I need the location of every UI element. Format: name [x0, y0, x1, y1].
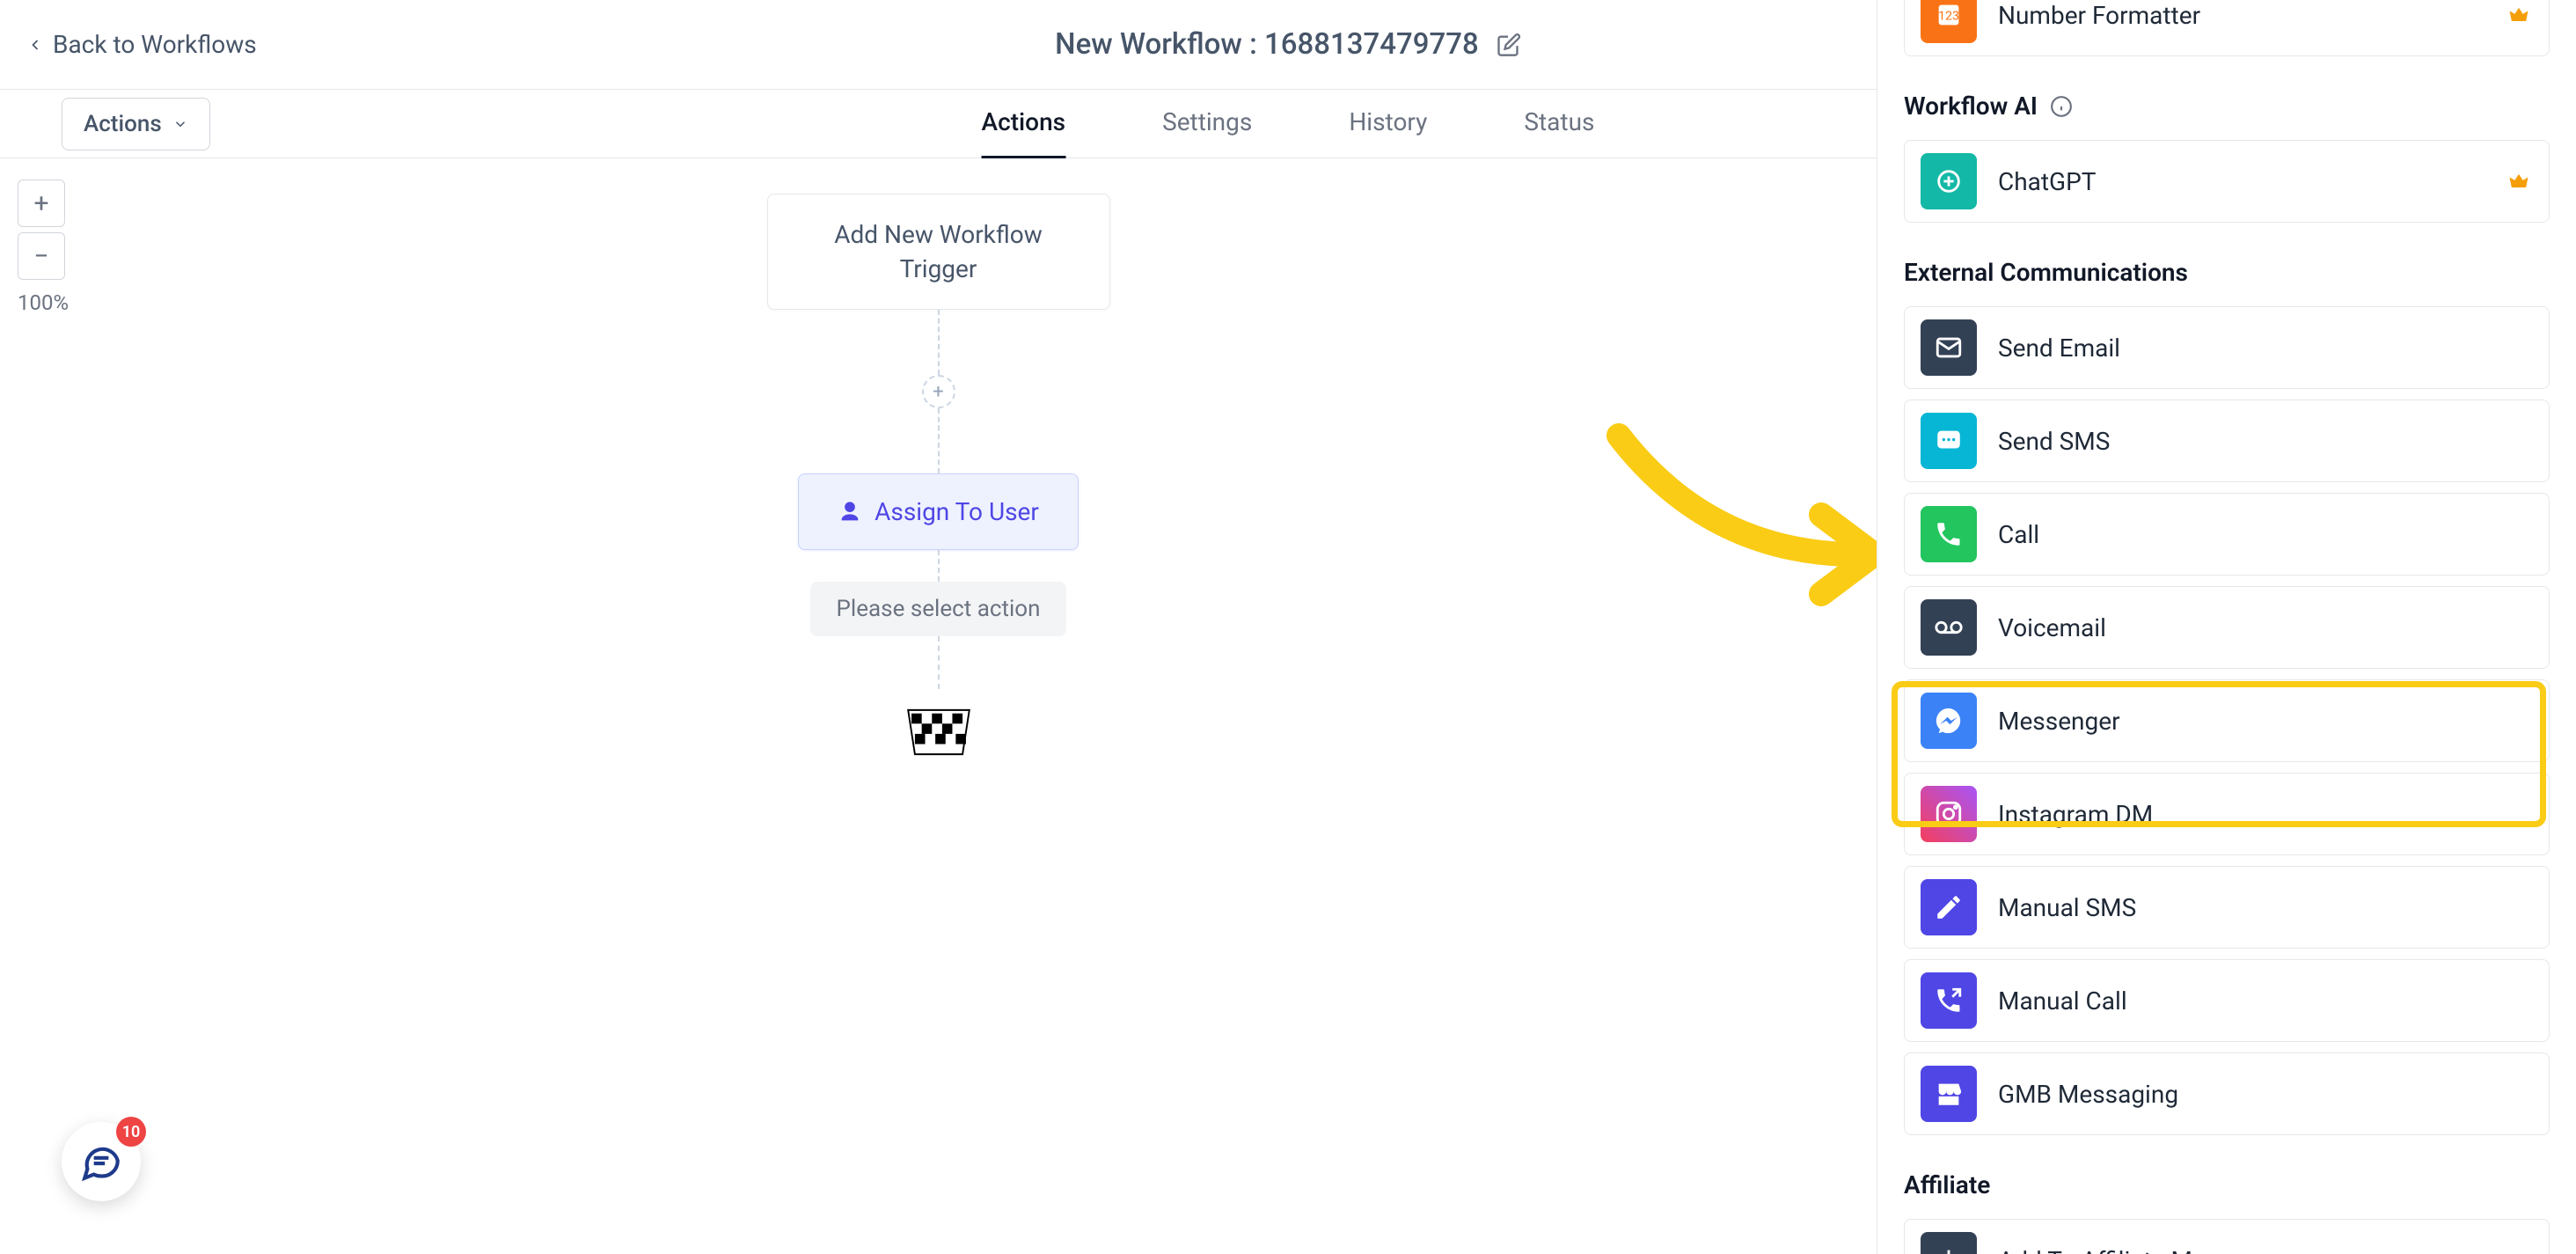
select-action-node[interactable]: Please select action	[810, 582, 1067, 636]
trigger-line1: Add New Workflow	[801, 217, 1076, 252]
connector-2	[938, 408, 940, 473]
action-messenger[interactable]: Messenger	[1904, 679, 2550, 762]
number-formatter-icon: 123	[1921, 0, 1977, 43]
tab-history[interactable]: History	[1349, 88, 1427, 159]
back-label: Back to Workflows	[53, 30, 257, 59]
action-label: Number Formatter	[1998, 1, 2200, 30]
actions-sidebar: 123 Number Formatter Workflow AI ChatGPT…	[1877, 0, 2576, 1254]
tab-actions[interactable]: Actions	[982, 88, 1066, 159]
action-send-sms[interactable]: Send SMS	[1904, 400, 2550, 482]
action-gmb-messaging[interactable]: GMB Messaging	[1904, 1052, 2550, 1135]
action-label: Send SMS	[1998, 427, 2110, 456]
actions-dropdown-label: Actions	[84, 111, 162, 137]
action-manual-call[interactable]: Manual Call	[1904, 959, 2550, 1042]
workflow-title: New Workflow : 1688137479778	[1055, 27, 1479, 62]
action-call[interactable]: Call	[1904, 493, 2550, 576]
canvas: + − 100% Add New Workflow Trigger + Assi…	[0, 158, 1877, 1254]
zoom-in-button[interactable]: +	[18, 180, 65, 227]
edit-title-icon[interactable]	[1497, 33, 1521, 57]
crown-icon	[2506, 169, 2531, 194]
info-icon[interactable]	[2050, 95, 2073, 118]
edit-icon	[1921, 879, 1977, 935]
action-label: Manual Call	[1998, 986, 2127, 1016]
annotation-arrow-icon	[1601, 418, 1892, 620]
action-chatgpt[interactable]: ChatGPT	[1904, 140, 2550, 223]
action-label: GMB Messaging	[1998, 1080, 2178, 1109]
action-label: Voicemail	[1998, 613, 2106, 642]
action-label: Add To Affiliate Manager	[1998, 1246, 2268, 1254]
action-label: Call	[1998, 520, 2039, 549]
messenger-icon	[1921, 693, 1977, 749]
action-label: Messenger	[1998, 707, 2120, 736]
svg-text:123: 123	[1938, 10, 1959, 24]
affiliate-list: Add To Affiliate Manager Update Affiliat…	[1904, 1219, 2550, 1254]
zoom-level: 100%	[18, 290, 69, 315]
action-label: Manual SMS	[1998, 893, 2136, 922]
external-list: Send Email Send SMS Call Voicemail Messe…	[1904, 306, 2550, 1135]
store-icon	[1921, 1066, 1977, 1122]
section-external-comms: External Communications	[1904, 258, 2550, 287]
chat-icon	[79, 1140, 123, 1184]
action-label: ChatGPT	[1998, 167, 2096, 196]
workflow-ai-title: Workflow AI	[1904, 92, 2038, 121]
add-step-button[interactable]: +	[922, 375, 955, 408]
sms-icon	[1921, 413, 1977, 469]
chatgpt-icon	[1921, 153, 1977, 209]
voicemail-icon	[1921, 599, 1977, 656]
handshake-icon	[1921, 1232, 1977, 1254]
actions-dropdown[interactable]: Actions	[62, 98, 210, 150]
action-add-to-affiliate-manager[interactable]: Add To Affiliate Manager	[1904, 1219, 2550, 1254]
user-icon	[838, 500, 862, 524]
mail-icon	[1921, 319, 1977, 376]
action-voicemail[interactable]: Voicemail	[1904, 586, 2550, 669]
select-action-label: Please select action	[837, 596, 1041, 622]
affiliate-title: Affiliate	[1904, 1170, 1990, 1199]
trigger-node[interactable]: Add New Workflow Trigger	[767, 194, 1110, 310]
crown-icon	[2506, 3, 2531, 27]
title-wrap: New Workflow : 1688137479778	[1055, 27, 1521, 62]
chevron-down-icon	[172, 116, 188, 132]
assign-label: Assign To User	[875, 497, 1039, 526]
section-affiliate: Affiliate	[1904, 1170, 2550, 1199]
phone-icon	[1921, 506, 1977, 562]
connector-3	[938, 550, 940, 582]
action-label: Instagram DM	[1998, 800, 2153, 829]
external-comms-title: External Communications	[1904, 258, 2188, 287]
finish-flag-icon	[904, 707, 973, 758]
assign-to-user-node[interactable]: Assign To User	[798, 473, 1079, 550]
chevron-left-icon	[26, 36, 44, 54]
chat-badge: 10	[116, 1117, 146, 1147]
chat-widget-button[interactable]: 10	[62, 1122, 141, 1201]
action-instagram-dm[interactable]: Instagram DM	[1904, 773, 2550, 855]
action-label: Send Email	[1998, 334, 2120, 363]
zoom-controls: + − 100%	[18, 180, 69, 315]
action-send-email[interactable]: Send Email	[1904, 306, 2550, 389]
connector-4	[938, 636, 940, 689]
tabs: Actions Settings History Status	[982, 88, 1595, 159]
phone-out-icon	[1921, 972, 1977, 1029]
connector-1	[938, 310, 940, 375]
tab-settings[interactable]: Settings	[1162, 88, 1252, 159]
action-manual-sms[interactable]: Manual SMS	[1904, 866, 2550, 949]
workflow-graph: Add New Workflow Trigger + Assign To Use…	[767, 194, 1110, 758]
trigger-line2: Trigger	[801, 252, 1076, 286]
zoom-out-button[interactable]: −	[18, 232, 65, 280]
action-number-formatter[interactable]: 123 Number Formatter	[1904, 0, 2550, 56]
section-workflow-ai: Workflow AI	[1904, 92, 2550, 121]
back-link[interactable]: Back to Workflows	[26, 30, 257, 59]
tab-status[interactable]: Status	[1524, 88, 1594, 159]
instagram-icon	[1921, 786, 1977, 842]
